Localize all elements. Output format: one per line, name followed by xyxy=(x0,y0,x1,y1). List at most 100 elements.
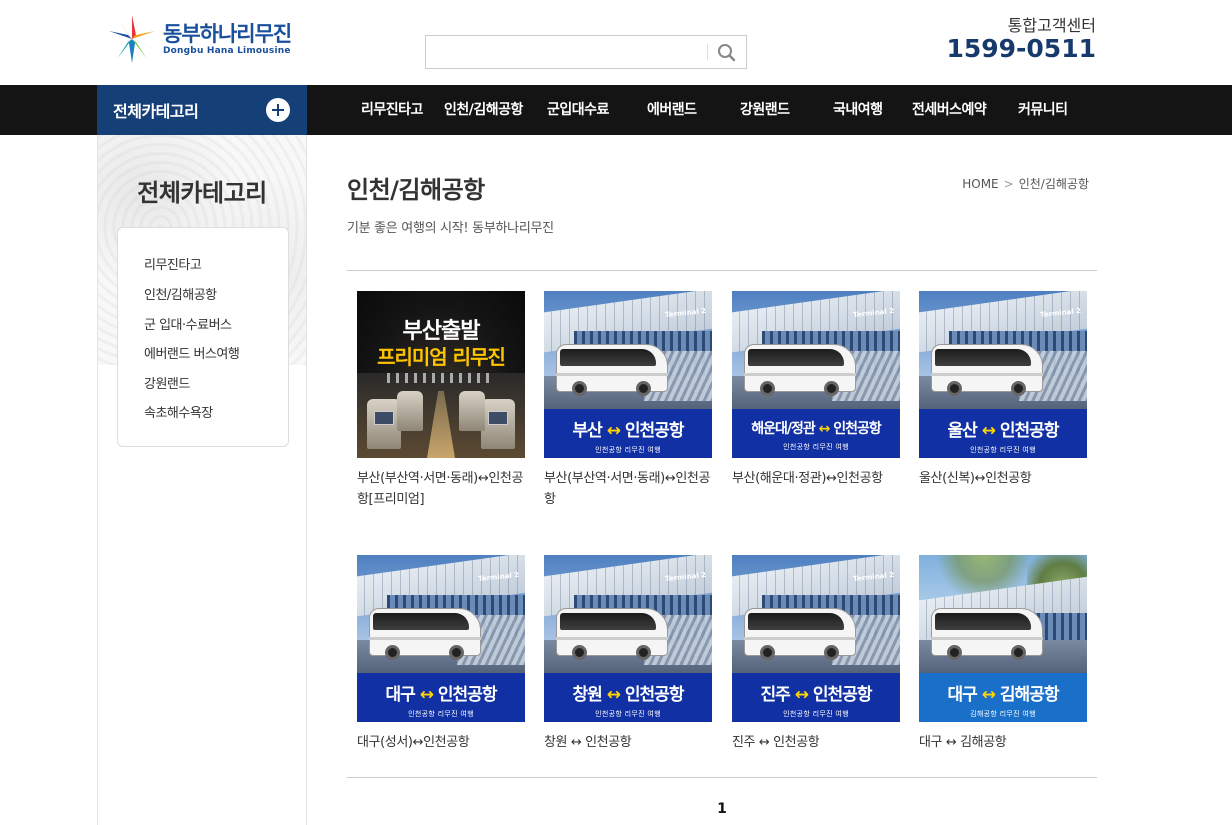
breadcrumb-separator: > xyxy=(1003,177,1014,191)
product-card[interactable]: Terminal 2 해운대/정관 ↔ 인천공항 인천공항 리무진 여행 부산(… xyxy=(732,291,900,489)
product-title[interactable]: 부산(부산역·서면·동래)↔인천공항[프리미엄] xyxy=(357,468,525,510)
product-card[interactable]: 대구 ↔ 김해공항 김해공항 리무진 여행 대구 ↔ 김해공항 xyxy=(919,555,1087,753)
thumb-seat xyxy=(397,391,423,431)
thumb-wheel xyxy=(824,381,839,396)
product-thumbnail[interactable]: Terminal 2 울산 ↔ 인천공항 인천공항 리무진 여행 xyxy=(919,291,1087,458)
search-divider xyxy=(707,44,708,60)
thumb-banner-title: 창원 ↔ 인천공항 xyxy=(544,673,712,705)
thumb-bus-window xyxy=(935,613,1031,630)
sidebar-item-limousine[interactable]: 리무진타고 xyxy=(144,254,202,273)
menu-community[interactable]: 커뮤니티 xyxy=(1018,85,1068,135)
product-thumbnail[interactable]: Terminal 2 부산 ↔ 인천공항 인천공항 리무진 여행 xyxy=(544,291,712,458)
customer-center-phone: 1599-0511 xyxy=(946,34,1096,63)
thumb-wheel xyxy=(824,645,839,660)
thumb-wheel xyxy=(1011,381,1026,396)
menu-domestic-travel[interactable]: 국내여행 xyxy=(833,85,883,135)
search-input[interactable] xyxy=(426,36,706,68)
product-thumbnail[interactable]: Terminal 2 진주 ↔ 인천공항 인천공항 리무진 여행 xyxy=(732,555,900,722)
sidebar-item-sokcho[interactable]: 속초해수욕장 xyxy=(144,402,213,421)
thumb-banner-title: 대구 ↔ 김해공항 xyxy=(919,673,1087,705)
sidebar-menu: 리무진타고 인천/김해공항 군 입대·수료버스 에버랜드 버스여행 강원랜드 속… xyxy=(117,227,289,447)
search-box xyxy=(425,35,747,69)
sidebar-item-kangwonland[interactable]: 강원랜드 xyxy=(144,373,190,392)
thumb-to: 인천공항 xyxy=(999,421,1060,441)
thumb-bus-stripe xyxy=(744,373,856,376)
breadcrumb-current[interactable]: 인천/김해공항 xyxy=(1019,177,1089,191)
logo-english: Dongbu Hana Limousine xyxy=(163,45,291,56)
thumb-bus-stripe xyxy=(556,637,668,640)
menu-limousine[interactable]: 리무진타고 xyxy=(361,85,423,135)
thumb-wheel xyxy=(636,645,651,660)
sidebar-item-everland[interactable]: 에버랜드 버스여행 xyxy=(144,343,240,362)
thumb-banner: 창원 ↔ 인천공항 인천공항 리무진 여행 xyxy=(544,673,712,722)
product-thumbnail[interactable]: Terminal 2 해운대/정관 ↔ 인천공항 인천공항 리무진 여행 xyxy=(732,291,900,458)
menu-incheon-gimhae-airport[interactable]: 인천/김해공항 xyxy=(444,85,523,135)
thumb-banner: 해운대/정관 ↔ 인천공항 인천공항 리무진 여행 xyxy=(732,409,900,458)
thumb-wheel xyxy=(449,645,464,660)
menu-kangwonland[interactable]: 강원랜드 xyxy=(740,85,790,135)
product-thumbnail[interactable]: Terminal 2 창원 ↔ 인천공항 인천공항 리무진 여행 xyxy=(544,555,712,722)
thumb-screen xyxy=(374,411,394,425)
thumb-to: 인천공항 xyxy=(437,685,498,705)
thumb-banner-caption: 인천공항 리무진 여행 xyxy=(783,710,849,718)
product-thumbnail[interactable]: Terminal 2 대구 ↔ 인천공항 인천공항 리무진 여행 xyxy=(357,555,525,722)
product-card[interactable]: 부산출발 프리미엄 리무진 부산(부산역·서면·동래)↔인천공항[프리미엄] xyxy=(357,291,525,510)
page-subtitle: 기분 좋은 여행의 시작! 동부하나리무진 xyxy=(347,221,554,236)
sidebar-item-airport[interactable]: 인천/김해공항 xyxy=(144,284,217,303)
thumb-line2: 프리미엄 리무진 xyxy=(377,345,506,369)
site-logo[interactable]: 동부하나리무진 Dongbu Hana Limousine xyxy=(105,12,305,66)
thumb-from: 대구 xyxy=(385,685,416,705)
thumb-banner-caption: 인천공항 리무진 여행 xyxy=(408,710,474,718)
thumb-banner-title: 울산 ↔ 인천공항 xyxy=(919,409,1087,441)
product-title[interactable]: 울산(신복)↔인천공항 xyxy=(919,468,1087,489)
thumb-banner: 울산 ↔ 인천공항 인천공항 리무진 여행 xyxy=(919,409,1087,458)
thumb-ceiling-lights xyxy=(387,373,495,383)
arrow-icon: ↔ xyxy=(606,685,621,705)
product-card[interactable]: Terminal 2 대구 ↔ 인천공항 인천공항 리무진 여행 대구(성서)↔… xyxy=(357,555,525,753)
product-card[interactable]: Terminal 2 진주 ↔ 인천공항 인천공항 리무진 여행 진주 ↔ 인천… xyxy=(732,555,900,753)
all-categories-button[interactable]: 전체카테고리 xyxy=(97,85,307,135)
menu-everland[interactable]: 에버랜드 xyxy=(647,85,697,135)
search-icon xyxy=(718,44,736,62)
thumb-bus-stripe xyxy=(931,373,1043,376)
product-thumbnail[interactable]: 대구 ↔ 김해공항 김해공항 리무진 여행 xyxy=(919,555,1087,722)
plus-icon xyxy=(266,98,290,122)
arrow-icon: ↔ xyxy=(818,421,831,437)
thumb-bus-stripe xyxy=(556,373,668,376)
thumb-wheel xyxy=(385,645,400,660)
arrow-icon: ↔ xyxy=(794,685,809,705)
thumb-to: 인천공항 xyxy=(624,685,685,705)
menu-military[interactable]: 군입대수료 xyxy=(547,85,609,135)
thumb-wheel xyxy=(760,381,775,396)
pagination-page-1[interactable]: 1 xyxy=(712,801,732,817)
search-button[interactable] xyxy=(714,40,740,66)
product-title[interactable]: 창원 ↔ 인천공항 xyxy=(544,732,712,753)
thumb-to: 인천공항 xyxy=(812,685,873,705)
product-card[interactable]: Terminal 2 울산 ↔ 인천공항 인천공항 리무진 여행 울산(신복)↔… xyxy=(919,291,1087,489)
logo-text: 동부하나리무진 Dongbu Hana Limousine xyxy=(163,22,292,57)
divider-bottom xyxy=(347,777,1097,778)
product-title[interactable]: 부산(해운대·정관)↔인천공항 xyxy=(732,468,900,489)
product-thumbnail[interactable]: 부산출발 프리미엄 리무진 xyxy=(357,291,525,458)
thumb-screen xyxy=(488,411,508,425)
arrow-icon: ↔ xyxy=(981,685,996,705)
thumb-banner-caption: 인천공항 리무진 여행 xyxy=(595,710,661,718)
divider-top xyxy=(347,270,1097,271)
product-title[interactable]: 진주 ↔ 인천공항 xyxy=(732,732,900,753)
product-title[interactable]: 부산(부산역·서면·동래)↔인천공항 xyxy=(544,468,712,510)
sidebar-item-military[interactable]: 군 입대·수료버스 xyxy=(144,314,232,333)
breadcrumb-home[interactable]: HOME xyxy=(962,177,998,191)
product-card[interactable]: Terminal 2 부산 ↔ 인천공항 인천공항 리무진 여행 부산(부산역·… xyxy=(544,291,712,510)
arrow-icon: ↔ xyxy=(419,685,434,705)
thumb-to: 인천공항 xyxy=(624,421,685,441)
thumb-banner-title: 대구 ↔ 인천공항 xyxy=(357,673,525,705)
menu-charter-bus[interactable]: 전세버스예약 xyxy=(912,85,987,135)
thumb-bus-stripe xyxy=(931,637,1043,640)
product-title[interactable]: 대구 ↔ 김해공항 xyxy=(919,732,1087,753)
product-card[interactable]: Terminal 2 창원 ↔ 인천공항 인천공항 리무진 여행 창원 ↔ 인천… xyxy=(544,555,712,753)
thumb-bus-window xyxy=(935,349,1031,366)
thumb-banner-title: 부산 ↔ 인천공항 xyxy=(544,409,712,441)
product-title[interactable]: 대구(성서)↔인천공항 xyxy=(357,732,525,753)
star-logo-icon xyxy=(105,12,159,66)
thumb-from: 부산 xyxy=(572,421,603,441)
